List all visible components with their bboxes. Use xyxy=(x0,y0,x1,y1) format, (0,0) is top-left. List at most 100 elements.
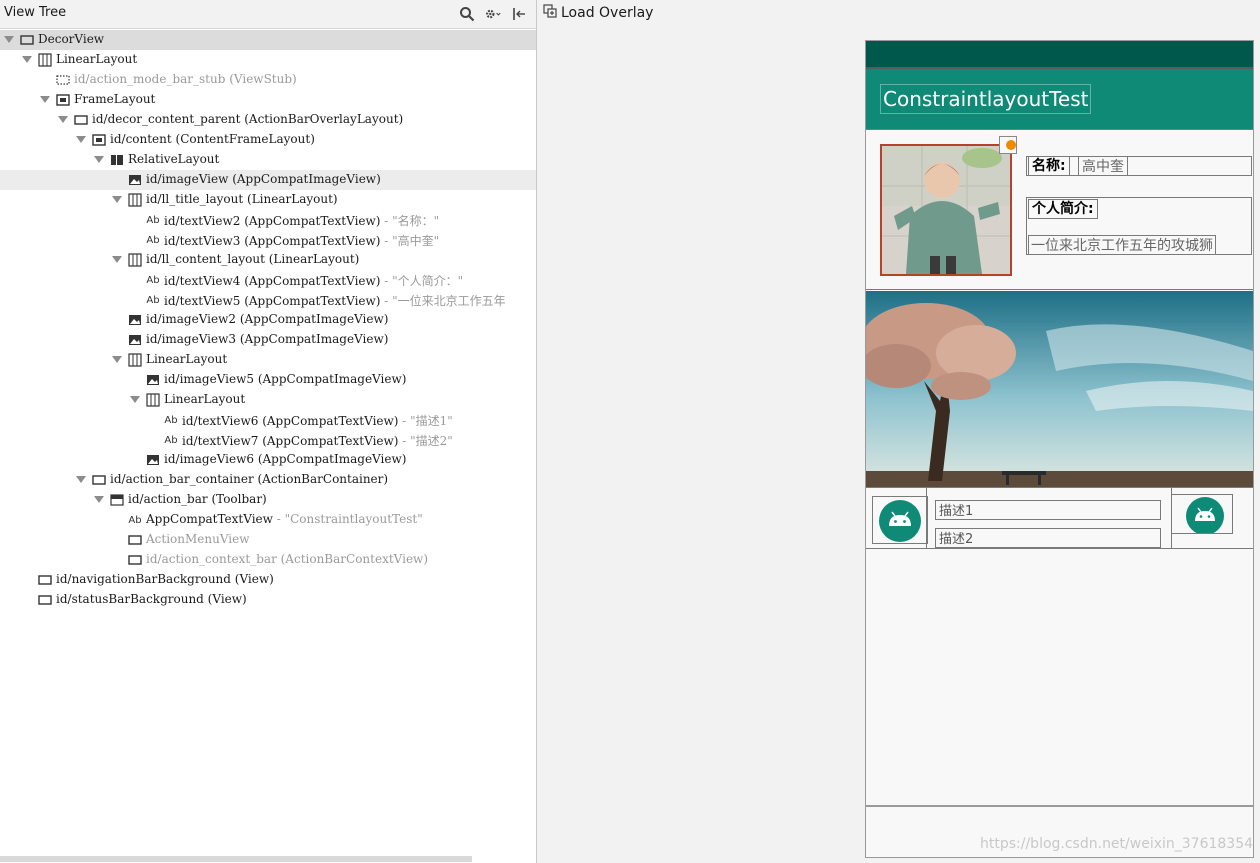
tree-row[interactable]: id/action_mode_bar_stub (ViewStub) xyxy=(0,70,536,90)
frame-icon xyxy=(128,553,142,567)
content-area[interactable]: 名称: 高中奎 个人简介: 一位来北京工作五年的攻城狮 描述1 描述2 xyxy=(866,129,1253,806)
tree-row-name: id/imageView5 (AppCompatImageView) xyxy=(164,372,407,386)
tree-row[interactable]: LinearLayout xyxy=(0,390,536,410)
tree-row-label: id/navigationBarBackground (View) xyxy=(56,572,274,586)
expand-arrow-icon[interactable] xyxy=(112,356,122,363)
bottom-linear-layout[interactable]: 描述1 描述2 xyxy=(866,487,1253,549)
tree-row[interactable]: id/navigationBarBackground (View) xyxy=(0,570,536,590)
tree-row[interactable]: id/statusBarBackground (View) xyxy=(0,590,536,610)
expand-arrow-icon[interactable] xyxy=(112,196,122,203)
tree-row-label: id/textView2 (AppCompatTextView) - "名称：" xyxy=(164,212,439,229)
expand-arrow-icon[interactable] xyxy=(76,136,86,143)
tree-row[interactable]: id/imageView2 (AppCompatImageView) xyxy=(0,310,536,330)
tree-row-name: id/imageView6 (AppCompatImageView) xyxy=(164,452,407,466)
tree-row-label: LinearLayout xyxy=(164,392,245,406)
expand-arrow-icon[interactable] xyxy=(130,396,140,403)
expand-arrow-icon[interactable] xyxy=(112,256,122,263)
tree-row-label: ActionMenuView xyxy=(146,532,250,546)
text-icon: Ab xyxy=(146,214,160,226)
framelayout-icon xyxy=(92,133,106,147)
image-icon xyxy=(128,173,142,187)
tree-row-label: id/content (ContentFrameLayout) xyxy=(110,132,315,146)
tree-row[interactable]: id/decor_content_parent (ActionBarOverla… xyxy=(0,110,536,130)
tree-row-label: AppCompatTextView - "ConstraintlayoutTes… xyxy=(146,512,423,526)
tree-row[interactable]: RelativeLayout xyxy=(0,150,536,170)
tree-row[interactable]: Ab id/textView5 (AppCompatTextView) - "一位… xyxy=(0,290,536,310)
profile-image[interactable] xyxy=(880,144,1012,276)
tree-row[interactable]: FrameLayout xyxy=(0,90,536,110)
expand-arrow-icon[interactable] xyxy=(94,156,104,163)
description-1[interactable]: 描述1 xyxy=(935,500,1161,520)
tree-row-label: FrameLayout xyxy=(74,92,155,106)
image-icon xyxy=(146,453,160,467)
tree-row-label: id/imageView (AppCompatImageView) xyxy=(146,172,381,186)
expand-arrow-icon[interactable] xyxy=(94,496,104,503)
relative-icon xyxy=(110,153,124,167)
banner-image[interactable] xyxy=(866,291,1253,487)
collapse-icon[interactable] xyxy=(510,5,528,23)
tree-row[interactable]: Ab id/textView4 (AppCompatTextView) - "个人… xyxy=(0,270,536,290)
frame-icon xyxy=(38,593,52,607)
search-icon[interactable] xyxy=(458,5,476,23)
tree-row[interactable]: id/imageView (AppCompatImageView) xyxy=(0,170,536,190)
tree-row-label: id/ll_title_layout (LinearLayout) xyxy=(146,192,338,206)
tree-row[interactable]: LinearLayout xyxy=(0,350,536,370)
tree-row[interactable]: id/imageView5 (AppCompatImageView) xyxy=(0,370,536,390)
linear-icon xyxy=(128,353,142,367)
text-icon: Ab xyxy=(164,434,178,446)
tree-row-name: id/imageView2 (AppCompatImageView) xyxy=(146,312,389,326)
tree-row-name: ActionMenuView xyxy=(146,532,250,546)
status-bar[interactable] xyxy=(866,41,1253,67)
description-layout[interactable]: 描述1 描述2 xyxy=(926,488,1172,548)
expand-arrow-icon[interactable] xyxy=(76,476,86,483)
expand-arrow-icon[interactable] xyxy=(22,56,32,63)
name-value[interactable]: 高中奎 xyxy=(1078,156,1128,176)
expand-arrow-icon[interactable] xyxy=(40,96,50,103)
action-bar[interactable]: ConstraintlayoutTest xyxy=(866,67,1253,129)
tree-row[interactable]: id/imageView3 (AppCompatImageView) xyxy=(0,330,536,350)
view-tree-list: DecorView LinearLayout id/action_mode_bar_… xyxy=(0,30,536,610)
tree-row[interactable]: Ab AppCompatTextView - "ConstraintlayoutT… xyxy=(0,510,536,530)
tree-row-name: id/textView3 (AppCompatTextView) xyxy=(164,234,381,248)
tree-row-text-value: - "一位来北京工作五年 xyxy=(380,294,506,308)
app-title[interactable]: ConstraintlayoutTest xyxy=(880,84,1092,114)
framelayout-icon xyxy=(56,93,70,107)
tree-row[interactable]: id/action_bar_container (ActionBarContai… xyxy=(0,470,536,490)
load-overlay-icon xyxy=(543,4,557,22)
tree-row-name: RelativeLayout xyxy=(128,152,220,166)
tree-row-name: id/action_bar_container (ActionBarContai… xyxy=(110,472,389,486)
tree-row[interactable]: id/ll_content_layout (LinearLayout) xyxy=(0,250,536,270)
expand-arrow-icon[interactable] xyxy=(4,36,14,43)
tree-row-name: id/imageView3 (AppCompatImageView) xyxy=(146,332,389,346)
tree-row-name: id/textView5 (AppCompatTextView) xyxy=(164,294,381,308)
tree-row[interactable]: Ab id/textView2 (AppCompatTextView) - "名称… xyxy=(0,210,536,230)
tree-row[interactable]: id/content (ContentFrameLayout) xyxy=(0,130,536,150)
tree-row[interactable]: Ab id/textView3 (AppCompatTextView) - "高中… xyxy=(0,230,536,250)
tree-row[interactable]: id/action_bar (Toolbar) xyxy=(0,490,536,510)
tree-row-label: id/imageView3 (AppCompatImageView) xyxy=(146,332,388,346)
frame-icon xyxy=(128,533,142,547)
tree-row[interactable]: id/ll_title_layout (LinearLayout) xyxy=(0,190,536,210)
tree-row[interactable]: id/action_context_bar (ActionBarContextV… xyxy=(0,550,536,570)
tree-row[interactable]: Ab id/textView7 (AppCompatTextView) - "描述… xyxy=(0,430,536,450)
android-image-right[interactable] xyxy=(1171,494,1233,535)
tree-row-label: id/action_bar_container (ActionBarContai… xyxy=(110,472,388,486)
tree-row[interactable]: Ab id/textView6 (AppCompatTextView) - "描述… xyxy=(0,410,536,430)
intro-value[interactable]: 一位来北京工作五年的攻城狮 xyxy=(1028,235,1216,255)
horizontal-scrollbar[interactable] xyxy=(0,856,472,862)
description-2[interactable]: 描述2 xyxy=(935,528,1161,548)
tree-row-label: id/imageView6 (AppCompatImageView) xyxy=(164,452,406,466)
load-overlay-button[interactable]: Load Overlay xyxy=(543,4,653,22)
tree-row[interactable]: id/imageView6 (AppCompatImageView) xyxy=(0,450,536,470)
intro-label[interactable]: 个人简介: xyxy=(1028,199,1098,219)
android-image-left[interactable] xyxy=(872,496,928,544)
tree-row[interactable]: LinearLayout xyxy=(0,50,536,70)
tree-row-label: LinearLayout xyxy=(146,352,227,366)
gear-icon[interactable] xyxy=(484,5,502,23)
expand-arrow-icon[interactable] xyxy=(58,116,68,123)
image-icon xyxy=(128,333,142,347)
tree-row[interactable]: DecorView xyxy=(0,30,536,50)
tree-row[interactable]: ActionMenuView xyxy=(0,530,536,550)
name-label[interactable]: 名称: xyxy=(1028,156,1070,176)
linear-icon xyxy=(146,393,160,407)
